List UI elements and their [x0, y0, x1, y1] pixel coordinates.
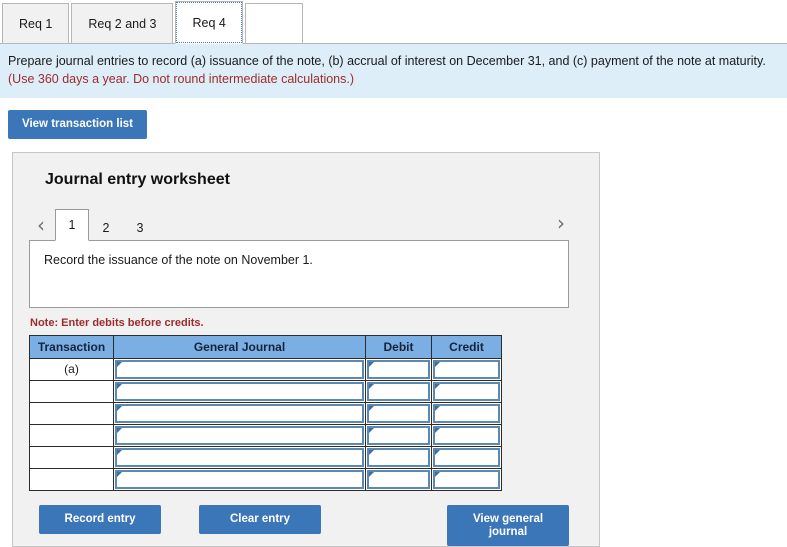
- table-row: [29, 379, 502, 403]
- credit-input[interactable]: [433, 359, 500, 379]
- transaction-cell: [29, 401, 114, 425]
- general-journal-input-cell: [113, 445, 366, 469]
- credit-input-cell: [431, 357, 502, 381]
- general-journal-input[interactable]: [115, 381, 364, 401]
- credit-input-cell: [431, 401, 502, 425]
- general-journal-input-cell: [113, 401, 366, 425]
- debit-input-cell: [365, 401, 432, 425]
- credit-input-cell: [431, 423, 502, 447]
- debit-input[interactable]: [367, 359, 430, 379]
- credit-input[interactable]: [433, 447, 500, 467]
- debit-input[interactable]: [367, 469, 430, 489]
- credit-input[interactable]: [433, 381, 500, 401]
- transaction-cell: [29, 445, 114, 469]
- worksheet-page-3[interactable]: 3: [123, 214, 157, 241]
- general-journal-input[interactable]: [115, 447, 364, 467]
- tab-strip-filler: [244, 3, 303, 44]
- worksheet-page-1[interactable]: 1: [55, 208, 89, 241]
- transaction-cell: [29, 467, 114, 491]
- tab-label: Req 4: [192, 15, 226, 30]
- column-header-debit: Debit: [365, 334, 432, 359]
- instruction-note-red: (Use 360 days a year. Do not round inter…: [8, 72, 355, 87]
- credit-input[interactable]: [433, 469, 500, 489]
- debit-input[interactable]: [367, 381, 430, 401]
- general-journal-input[interactable]: [115, 469, 364, 489]
- table-row: [29, 445, 502, 469]
- column-header-transaction: Transaction: [29, 334, 114, 359]
- table-row: [29, 423, 502, 447]
- general-journal-input-cell: [113, 379, 366, 403]
- table-row: [29, 467, 502, 491]
- tab-label: Req 2 and 3: [88, 16, 157, 31]
- column-header-general-journal: General Journal: [113, 334, 366, 359]
- chevron-right-icon[interactable]: ›: [549, 213, 575, 239]
- debit-input-cell: [365, 423, 432, 447]
- general-journal-input[interactable]: [115, 359, 364, 379]
- worksheet-prompt: Record the issuance of the note on Novem…: [29, 239, 569, 308]
- tab-req-1[interactable]: Req 1: [2, 3, 70, 44]
- debit-input[interactable]: [367, 403, 430, 423]
- instruction-banner: Prepare journal entries to record (a) is…: [0, 44, 787, 99]
- view-general-journal-button[interactable]: View general journal: [447, 504, 569, 547]
- debit-input-cell: [365, 357, 432, 381]
- credit-input-cell: [431, 445, 502, 469]
- requirement-tabs: Req 1 Req 2 and 3 Req 4: [0, 0, 787, 44]
- column-header-credit: Credit: [431, 334, 502, 359]
- journal-table-body: (a): [29, 357, 502, 491]
- view-transaction-list-button[interactable]: View transaction list: [8, 110, 147, 139]
- tab-req-4[interactable]: Req 4: [175, 1, 243, 44]
- debit-input[interactable]: [367, 447, 430, 467]
- debits-before-credits-note: Note: Enter debits before credits.: [30, 316, 204, 329]
- tab-req-2-and-3[interactable]: Req 2 and 3: [71, 3, 174, 44]
- general-journal-input-cell: [113, 423, 366, 447]
- journal-entry-worksheet-panel: Journal entry worksheet ‹ 1 2 3 › Record…: [12, 151, 600, 547]
- credit-input-cell: [431, 379, 502, 403]
- worksheet-page-2[interactable]: 2: [89, 214, 123, 241]
- worksheet-actions: Record entry Clear entry View general jo…: [29, 504, 583, 547]
- debit-input-cell: [365, 467, 432, 491]
- chevron-left-icon[interactable]: ‹: [29, 215, 55, 241]
- table-row: (a): [29, 357, 502, 381]
- transaction-cell: [29, 379, 114, 403]
- debit-input[interactable]: [367, 425, 430, 445]
- credit-input-cell: [431, 467, 502, 491]
- debit-input-cell: [365, 445, 432, 469]
- record-entry-button[interactable]: Record entry: [39, 504, 161, 534]
- credit-input[interactable]: [433, 403, 500, 423]
- toolbar: View transaction list: [0, 98, 787, 139]
- table-row: [29, 401, 502, 425]
- journal-entry-table: Transaction General Journal Debit Credit…: [29, 334, 502, 491]
- transaction-cell: [29, 423, 114, 447]
- general-journal-input[interactable]: [115, 403, 364, 423]
- debit-input-cell: [365, 379, 432, 403]
- credit-input[interactable]: [433, 425, 500, 445]
- page-title: Journal entry worksheet: [45, 170, 230, 188]
- general-journal-input-cell: [113, 357, 366, 381]
- worksheet-pager: ‹ 1 2 3 ›: [29, 207, 583, 241]
- instruction-text: Prepare journal entries to record (a) is…: [8, 54, 766, 68]
- general-journal-input-cell: [113, 467, 366, 491]
- table-header-row: Transaction General Journal Debit Credit: [29, 334, 502, 359]
- general-journal-input[interactable]: [115, 425, 364, 445]
- clear-entry-button[interactable]: Clear entry: [199, 504, 321, 534]
- tab-label: Req 1: [19, 16, 53, 31]
- transaction-cell: (a): [29, 357, 114, 381]
